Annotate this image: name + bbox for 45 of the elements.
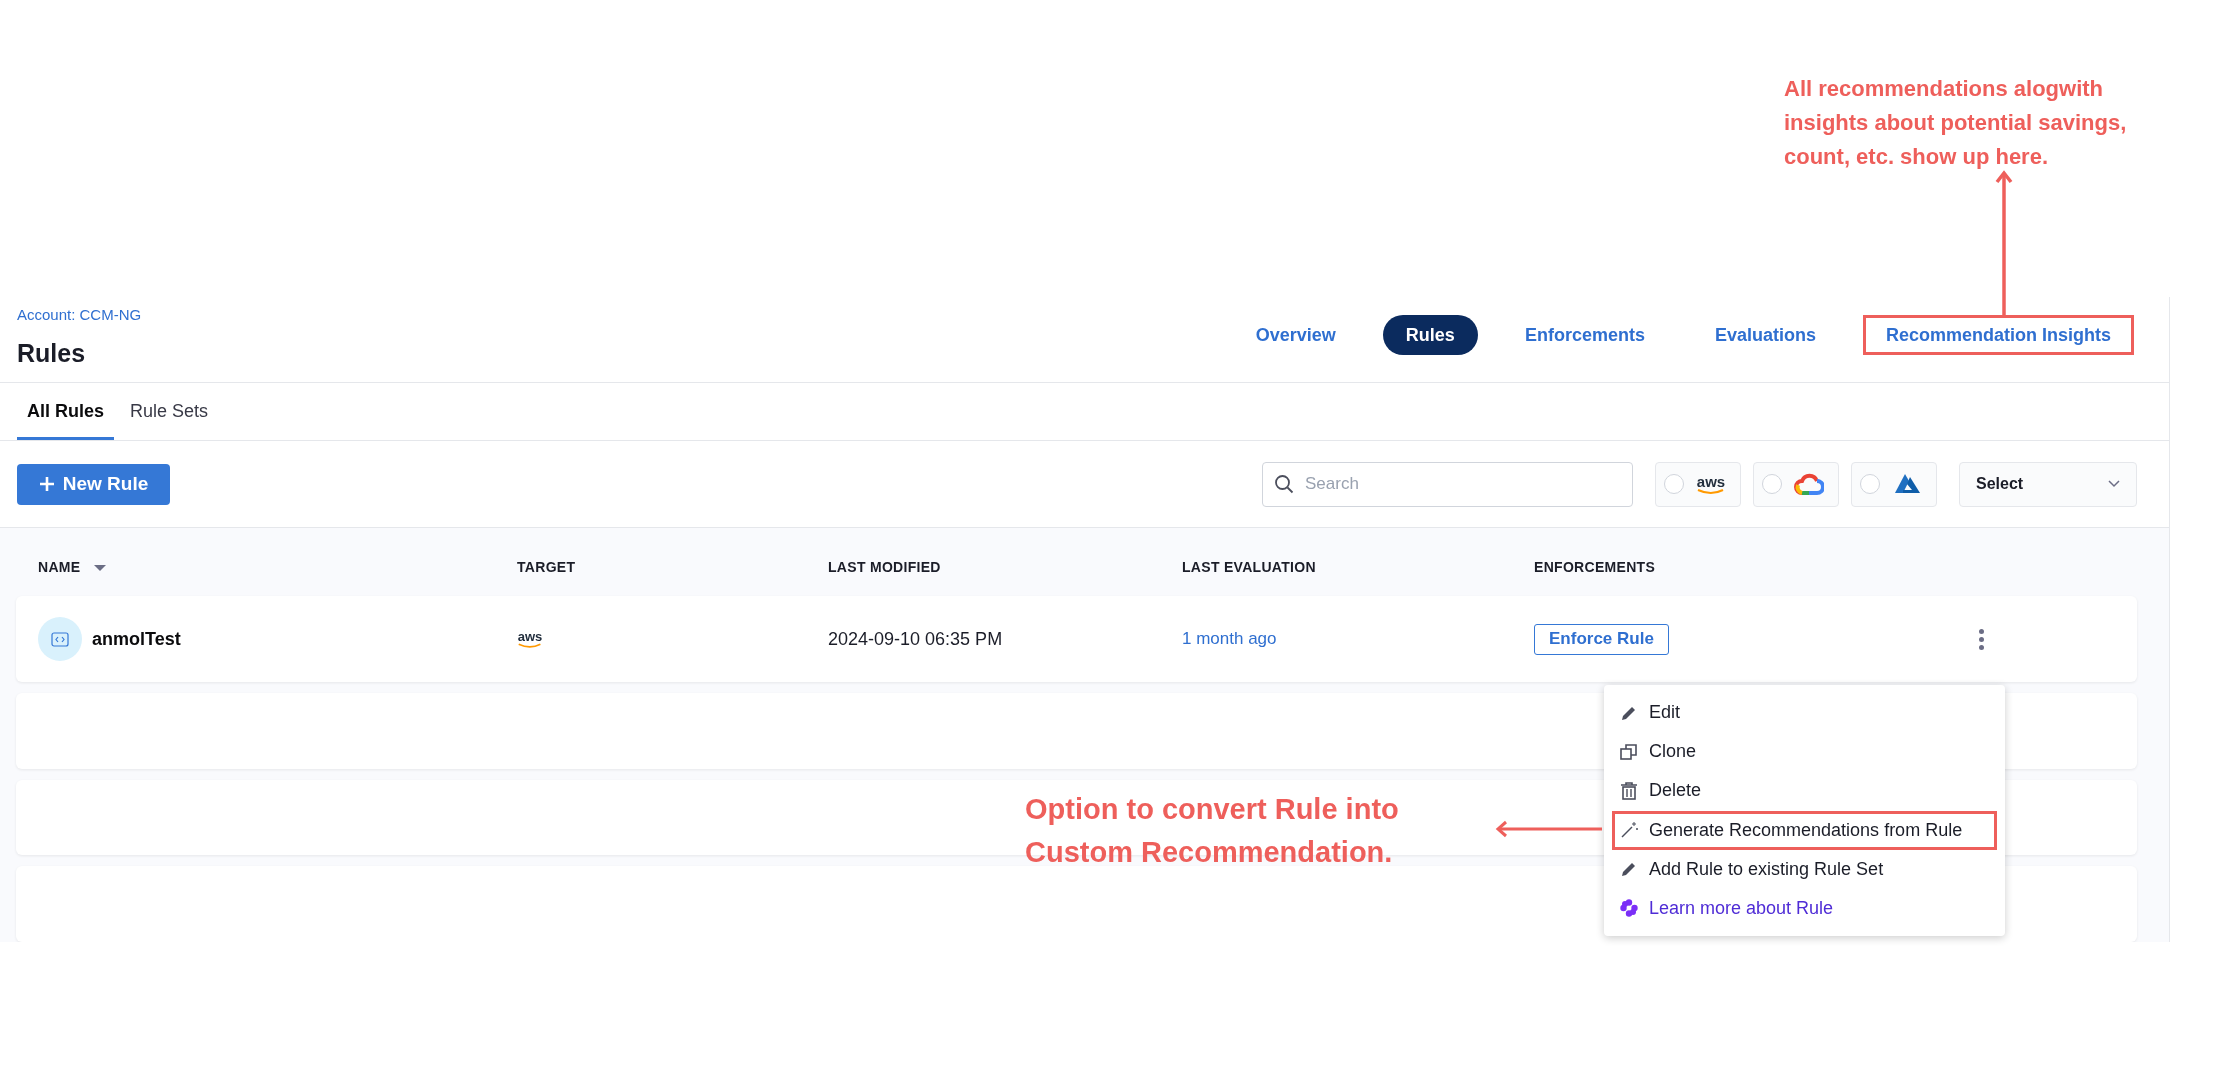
provider-filter[interactable] bbox=[1753, 461, 1839, 507]
code-icon bbox=[38, 617, 82, 661]
radio-button[interactable] bbox=[1664, 474, 1684, 494]
menu-item[interactable]: Learn more about Rule bbox=[1612, 888, 1997, 929]
menu-item[interactable]: Generate Recommendations from Rule bbox=[1612, 810, 1997, 850]
column-header: NAME bbox=[38, 558, 81, 577]
page-title: Rules bbox=[17, 338, 87, 368]
aws-logo: aws bbox=[517, 629, 543, 649]
breadcrumb-link[interactable]: Account: CCM-NG bbox=[17, 305, 142, 325]
menu-item[interactable]: Delete bbox=[1612, 771, 1997, 811]
column-header: TARGET bbox=[517, 558, 576, 577]
nav-tab[interactable]: Enforcements bbox=[1501, 315, 1668, 355]
nav-tab[interactable]: Recommendation Insights bbox=[1862, 315, 2134, 355]
enforce-rule-button[interactable]: Enforce Rule bbox=[1534, 623, 1669, 655]
menu-item[interactable]: Add Rule to existing Rule Set bbox=[1612, 849, 1997, 889]
plus-icon bbox=[38, 476, 55, 492]
column-header: LAST MODIFIED bbox=[828, 558, 941, 577]
sub-tab[interactable]: Rule Sets bbox=[120, 386, 219, 440]
nav-tab[interactable]: Evaluations bbox=[1691, 315, 1839, 355]
annotation-text: Option to convert Rule into Custom Recommendation. bbox=[1025, 792, 1399, 870]
nav-tab[interactable]: Rules bbox=[1382, 315, 1478, 355]
trash-icon bbox=[1619, 780, 1639, 801]
annotation-text: All recommendations alogwith insights about potential savings, count, etc. show up here. bbox=[1784, 75, 2127, 171]
search-icon bbox=[1274, 473, 1294, 494]
chevron-down-icon bbox=[2108, 480, 2120, 488]
copy-icon bbox=[1619, 741, 1639, 762]
sort-caret-icon[interactable] bbox=[94, 564, 107, 571]
provider-filter[interactable] bbox=[1851, 461, 1937, 507]
table-cell-text: 2024-09-10 06:35 PM bbox=[828, 627, 1003, 651]
column-header: LAST EVALUATION bbox=[1182, 558, 1316, 577]
provider-filter[interactable]: aws bbox=[1655, 461, 1741, 507]
cloud-logo-icon bbox=[1794, 471, 1824, 497]
radio-button[interactable] bbox=[1762, 474, 1782, 494]
column-header: ENFORCEMENTS bbox=[1534, 558, 1656, 577]
evaluation-link[interactable]: 1 month ago bbox=[1182, 626, 1277, 652]
search-field[interactable]: Search bbox=[1262, 461, 1633, 507]
sub-tab[interactable]: All Rules bbox=[17, 386, 115, 440]
new-rule-button[interactable]: New Rule bbox=[17, 463, 170, 505]
aws-logo: aws bbox=[1696, 473, 1726, 495]
nav-tab[interactable]: Overview bbox=[1232, 315, 1359, 355]
select-dropdown[interactable]: Select bbox=[1959, 461, 2137, 507]
menu-item[interactable]: Edit bbox=[1612, 693, 1997, 733]
menu-item[interactable]: Clone bbox=[1612, 732, 1997, 772]
radio-button[interactable] bbox=[1860, 474, 1880, 494]
rule-name[interactable]: anmolTest bbox=[92, 625, 181, 653]
